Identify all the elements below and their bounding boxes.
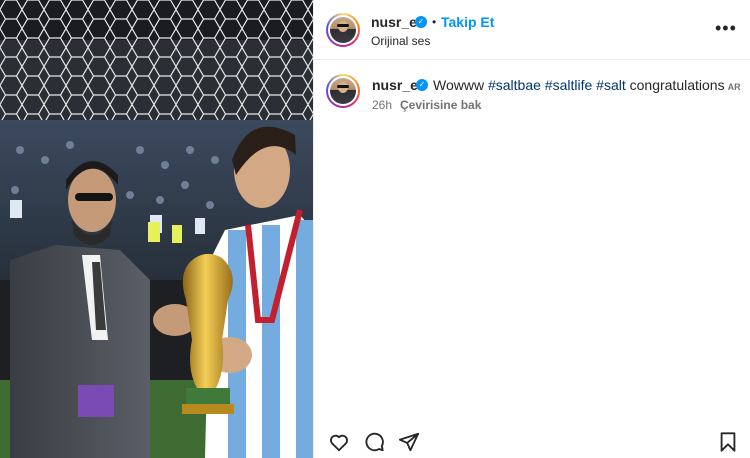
- hashtag-link[interactable]: #saltbae: [488, 77, 541, 93]
- translate-button[interactable]: Çevirisine bak: [400, 98, 481, 112]
- caption-username[interactable]: nusr_et: [372, 77, 423, 93]
- audio-link[interactable]: Orijinal ses: [371, 34, 430, 48]
- author-username[interactable]: nusr_et: [371, 14, 422, 30]
- caption-prefix: Wowww: [433, 77, 485, 93]
- heart-icon[interactable]: [328, 431, 350, 453]
- comment-icon[interactable]: [363, 431, 385, 453]
- action-bar: [314, 425, 750, 458]
- hashtag-link[interactable]: #salt: [596, 77, 626, 93]
- post-time[interactable]: 26h: [372, 98, 392, 112]
- follow-button[interactable]: Takip Et: [441, 14, 494, 30]
- avatar-image: [330, 17, 356, 43]
- bookmark-icon[interactable]: [717, 431, 739, 453]
- post-photo: [0, 0, 313, 458]
- caption-avatar[interactable]: [326, 74, 360, 108]
- post-header: nusr_et ✓ • Takip Et Orijinal ses •••: [314, 0, 750, 60]
- caption-text: Wowww #saltbae #saltlife #salt congratul…: [433, 77, 741, 93]
- caption-suffix: congratulations: [629, 77, 725, 93]
- header-separator: •: [432, 15, 437, 29]
- verified-badge-icon: ✓: [416, 79, 428, 91]
- ar-label: AR: [727, 82, 741, 92]
- post-media[interactable]: [0, 0, 313, 458]
- avatar-image: [330, 78, 356, 104]
- verified-badge-icon: ✓: [415, 16, 427, 28]
- more-options-icon[interactable]: •••: [715, 19, 736, 39]
- author-avatar[interactable]: [326, 13, 360, 47]
- hashtag-link[interactable]: #saltlife: [545, 77, 592, 93]
- share-icon[interactable]: [398, 431, 420, 453]
- post-panel: nusr_et ✓ • Takip Et Orijinal ses ••• nu…: [313, 0, 750, 458]
